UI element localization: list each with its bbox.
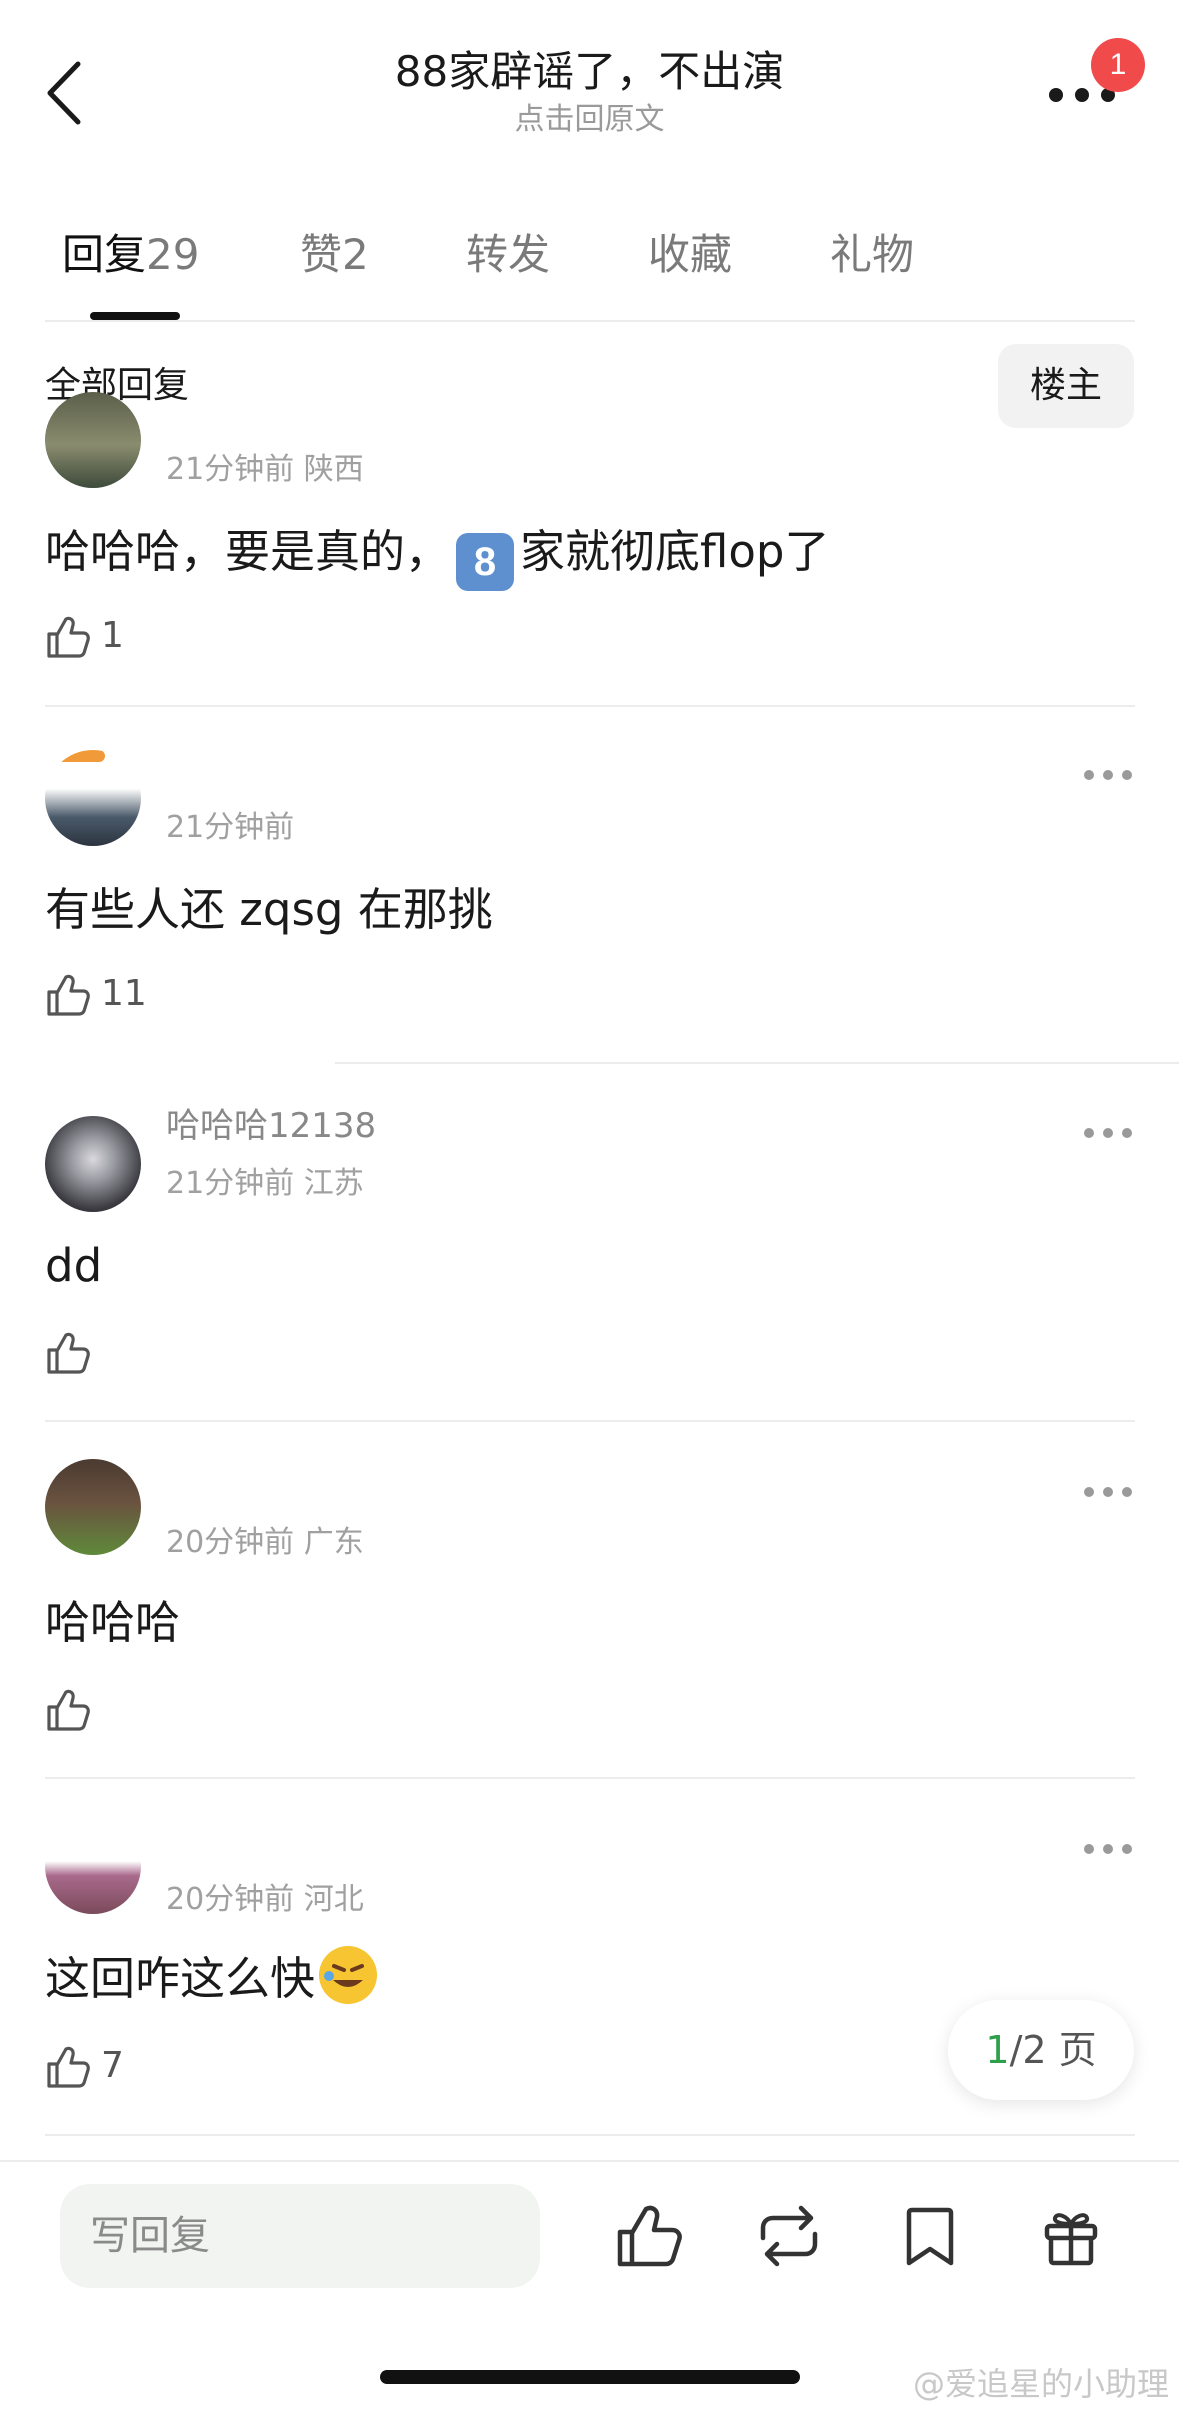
more-dot: [1075, 88, 1089, 102]
comment-meta: 21分钟前 陕西: [166, 448, 364, 492]
dot: [1103, 1128, 1113, 1138]
tab-replies[interactable]: 回复29: [62, 220, 199, 290]
avatar[interactable]: [45, 1116, 141, 1212]
notification-badge: 1: [1091, 38, 1145, 92]
divider: [45, 1777, 1135, 1779]
comment-text[interactable]: 哈哈哈: [45, 1591, 180, 1655]
comment-meta: 21分钟前 江苏: [166, 1162, 364, 1206]
active-tab-indicator: [90, 312, 180, 320]
dot: [1084, 1128, 1094, 1138]
avatar[interactable]: [45, 1818, 141, 1914]
tab-label: 赞: [300, 230, 343, 279]
gift-button[interactable]: [1035, 2200, 1107, 2272]
divider: [335, 1062, 1179, 1064]
tab-reposts[interactable]: 转发: [466, 220, 550, 290]
like-count: 1: [101, 615, 124, 656]
total-pages: /2 页: [1009, 2028, 1097, 2072]
current-page: 1: [985, 2028, 1010, 2072]
tab-gifts[interactable]: 礼物: [830, 220, 914, 290]
divider: [0, 2160, 1179, 2162]
comment-text-part: 家就彻底flop了: [520, 525, 830, 578]
comment-text[interactable]: 这回咋这么快: [45, 1946, 378, 2011]
back-to-original-link[interactable]: 点击回原文: [0, 100, 1179, 140]
home-indicator: [380, 2370, 800, 2384]
like-count: 7: [101, 2045, 124, 2086]
comment-time: 20分钟前: [166, 1882, 295, 1917]
thumbs-up-icon: [47, 616, 90, 658]
comment-time: 21分钟前: [166, 810, 295, 845]
tab-count: 29: [146, 230, 200, 279]
more-dot: [1049, 88, 1063, 102]
watermark: @爱追星的小助理: [912, 2365, 1169, 2403]
comment-more-button[interactable]: [1084, 770, 1134, 784]
repost-button[interactable]: [753, 2200, 825, 2272]
tab-likes[interactable]: 赞2: [300, 220, 369, 290]
bookmark-icon: [906, 2207, 954, 2266]
favorite-button[interactable]: [894, 2200, 966, 2272]
comment-username[interactable]: 哈哈哈12138: [166, 1104, 376, 1148]
divider: [45, 705, 1135, 707]
comment-location: 广东: [303, 1525, 364, 1560]
dot: [1122, 1487, 1132, 1497]
host-only-button[interactable]: 楼主: [998, 344, 1134, 428]
comment-meta: 20分钟前 广东: [166, 1521, 364, 1565]
title-area[interactable]: 88家辟谣了，不出演 点击回原文: [0, 44, 1179, 140]
like-post-button[interactable]: [612, 2200, 684, 2272]
gift-icon: [1044, 2213, 1098, 2266]
comment-text[interactable]: 有些人还 zqsg 在那挑: [45, 878, 493, 942]
thumbs-up-icon: [617, 2205, 682, 2267]
repost-icon: [760, 2205, 818, 2267]
avatar-accent: [55, 750, 105, 762]
comment-time: 20分钟前: [166, 1525, 295, 1560]
avatar[interactable]: [45, 750, 141, 846]
top-nav-bar: 88家辟谣了，不出演 点击回原文 1: [0, 0, 1179, 170]
comment-location: 河北: [303, 1882, 364, 1917]
tab-favorites[interactable]: 收藏: [648, 220, 732, 290]
dot: [1103, 1844, 1113, 1854]
thumbs-up-icon: [47, 974, 90, 1016]
reply-input[interactable]: 写回复: [60, 2184, 540, 2288]
comment-time: 21分钟前: [166, 1166, 295, 1201]
tab-label: 回复: [62, 230, 147, 279]
dot: [1084, 770, 1094, 780]
comment-text[interactable]: 哈哈哈，要是真的， 8 家就彻底flop了: [45, 520, 829, 591]
rolling-laughing-emoji: [319, 1946, 378, 2004]
divider: [45, 320, 1135, 322]
comment-meta: 21分钟前: [166, 806, 294, 850]
comment-text[interactable]: dd: [45, 1234, 102, 1298]
dot: [1084, 1844, 1094, 1854]
dot: [1122, 1128, 1132, 1138]
thumbs-up-icon: [47, 1689, 90, 1731]
comment-more-button[interactable]: [1084, 1128, 1134, 1142]
dot: [1122, 1844, 1132, 1854]
tab-label: 礼物: [830, 230, 915, 279]
post-title: 88家辟谣了，不出演: [394, 47, 785, 96]
thumbs-up-icon: [47, 2046, 90, 2088]
like-count: 11: [101, 973, 147, 1014]
dot: [1084, 1487, 1094, 1497]
divider: [45, 1420, 1135, 1422]
tab-bar: 回复29 赞2 转发 收藏 礼物: [0, 220, 1179, 320]
comment-text-part: 这回咋这么快: [45, 1952, 316, 2005]
dot: [1103, 1487, 1113, 1497]
comment-time: 21分钟前: [166, 452, 295, 487]
avatar[interactable]: [45, 1459, 141, 1555]
divider: [45, 2134, 1135, 2136]
avatar[interactable]: [45, 392, 141, 488]
comment-text-part: 哈哈哈，要是真的，: [45, 525, 451, 578]
tab-count: 2: [342, 230, 369, 279]
tab-label: 收藏: [648, 230, 733, 279]
keycap-eight-emoji: 8: [456, 533, 515, 591]
dot: [1122, 770, 1132, 780]
tab-label: 转发: [466, 230, 551, 279]
thumbs-up-icon: [47, 1332, 90, 1374]
comment-more-button[interactable]: [1084, 1487, 1134, 1501]
comment-meta: 20分钟前 河北: [166, 1878, 364, 1922]
comment-more-button[interactable]: [1084, 1844, 1134, 1858]
comment-location: 江苏: [303, 1166, 364, 1201]
page-indicator-button[interactable]: 1/2 页: [948, 2000, 1134, 2100]
dot: [1103, 770, 1113, 780]
comment-location: 陕西: [303, 452, 364, 487]
